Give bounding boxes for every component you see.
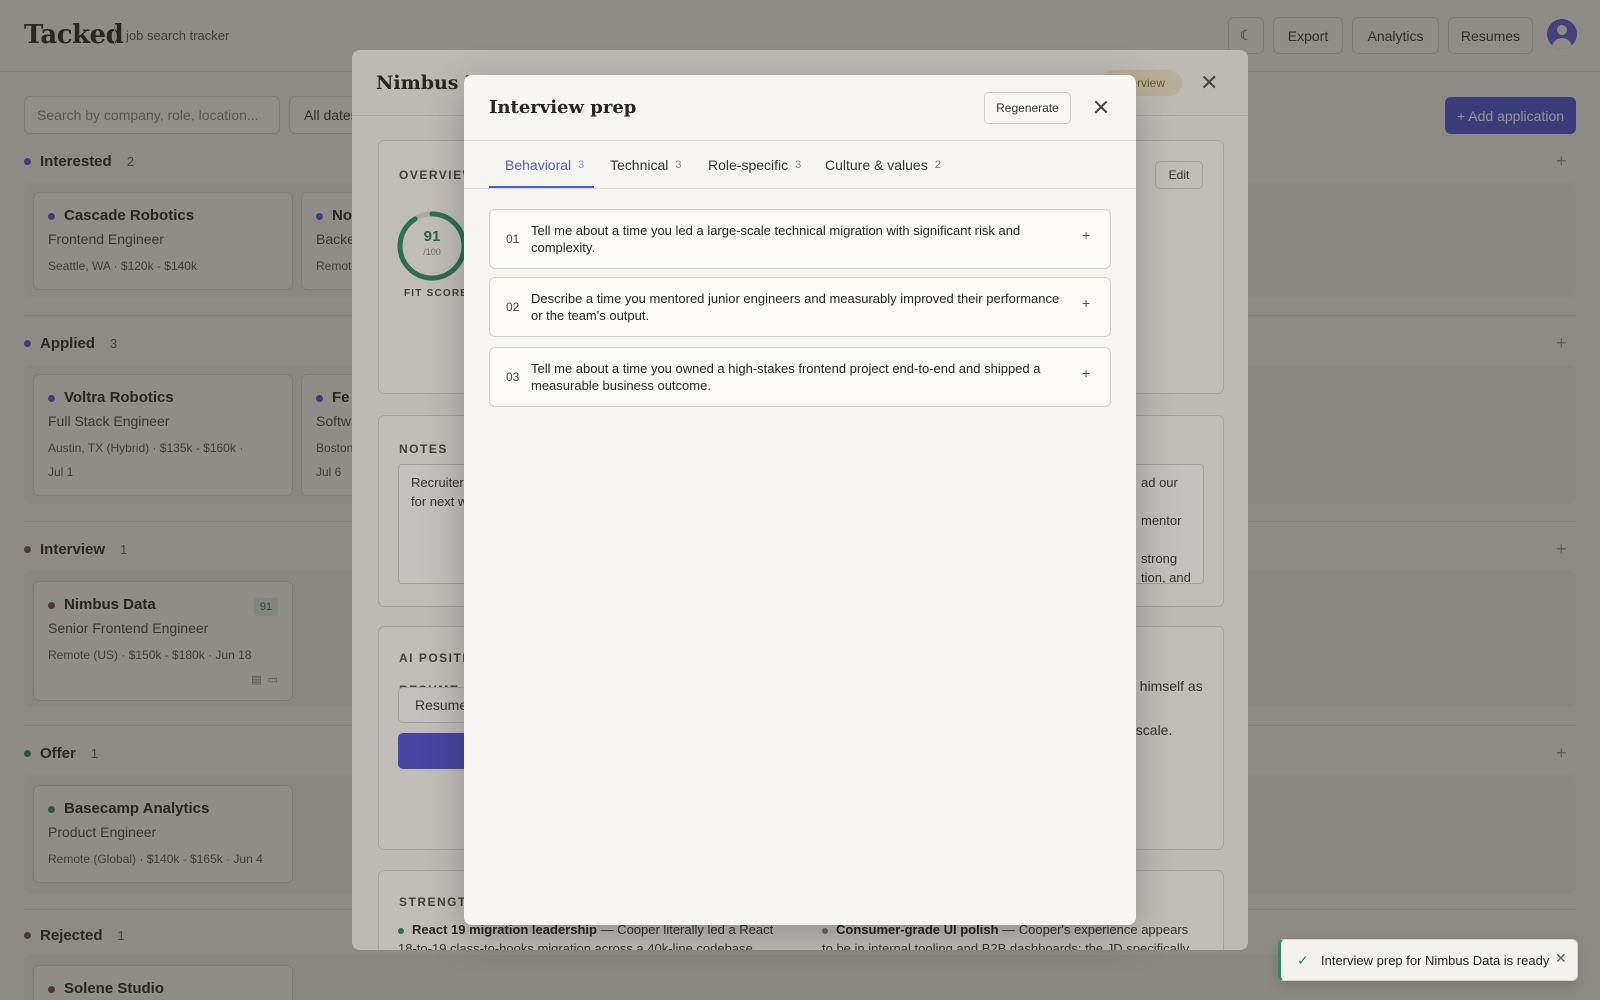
tab-role-specific[interactable]: Role-specific 3: [708, 141, 801, 189]
expand-plus-icon[interactable]: +: [1082, 365, 1090, 381]
question-tabs: Behavioral 3 Technical 3 Role-specific 3 Cu…: [464, 141, 1136, 189]
toast-notification: ✓ Interview prep for Nimbus Data is read…: [1278, 939, 1578, 981]
close-icon[interactable]: [1088, 94, 1114, 120]
tab-technical[interactable]: Technical 3: [610, 141, 682, 189]
modal-title: Interview prep: [489, 97, 637, 118]
question-item[interactable]: 02 Describe a time you mentored junior e…: [489, 277, 1111, 337]
expand-plus-icon[interactable]: +: [1082, 295, 1090, 311]
interview-prep-modal: Interview prep Regenerate Behavioral 3 Te…: [464, 75, 1136, 925]
active-tab-indicator: [489, 186, 594, 188]
close-icon[interactable]: ✕: [1555, 950, 1567, 967]
expand-plus-icon[interactable]: +: [1082, 227, 1090, 243]
regenerate-button[interactable]: Regenerate: [984, 92, 1071, 124]
check-icon: ✓: [1297, 952, 1309, 968]
question-item[interactable]: 01 Tell me about a time you led a large-…: [489, 209, 1111, 269]
tab-culture-values[interactable]: Culture & values 2: [825, 141, 941, 189]
toast-message: Interview prep for Nimbus Data is ready: [1321, 953, 1550, 968]
question-item[interactable]: 03 Tell me about a time you owned a high…: [489, 347, 1111, 407]
tab-behavioral[interactable]: Behavioral 3: [505, 141, 584, 189]
